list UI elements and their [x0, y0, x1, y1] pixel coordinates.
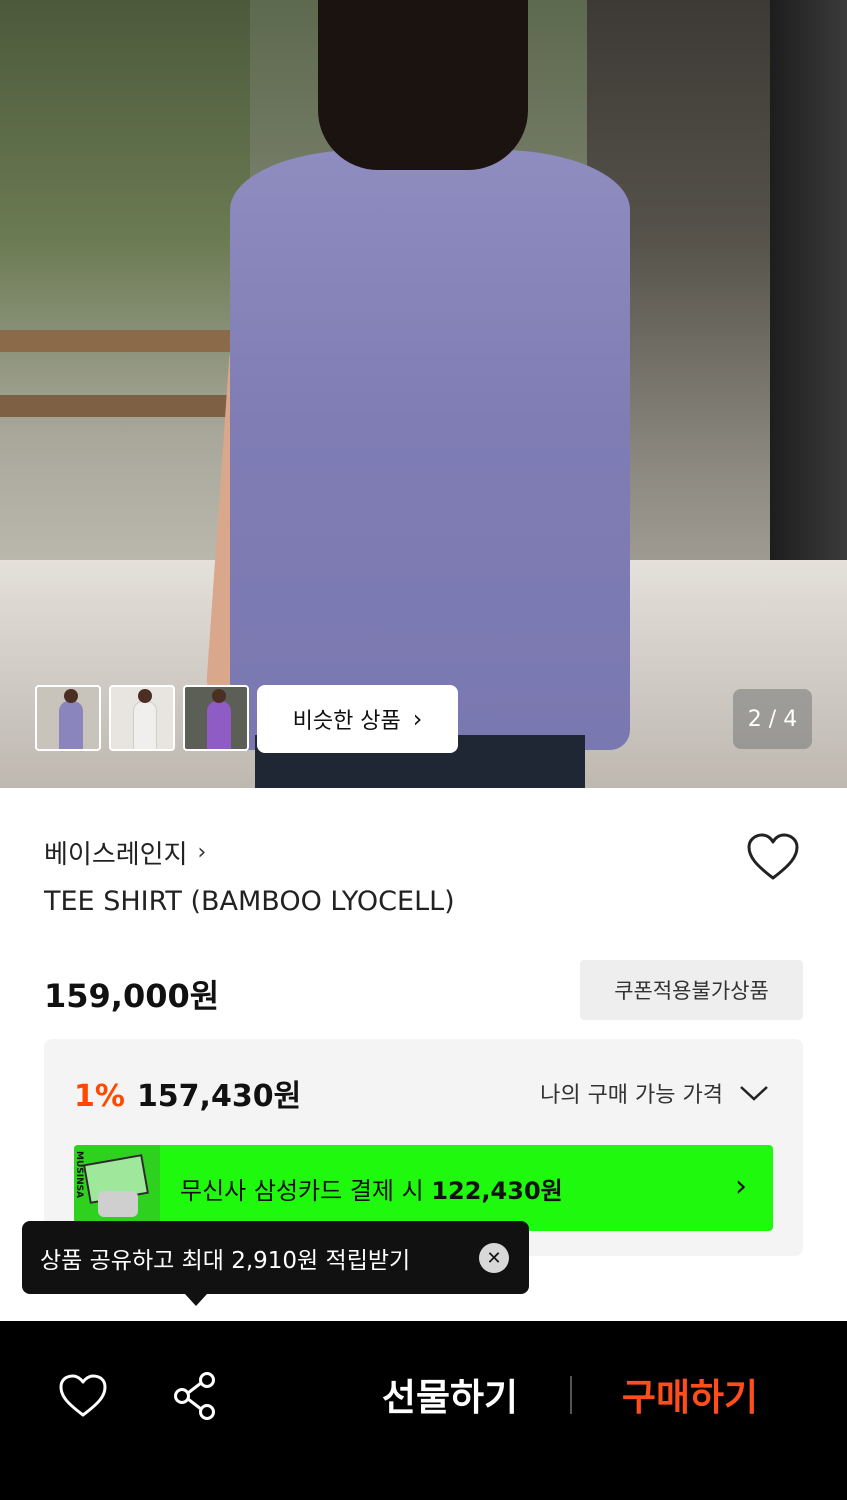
brand-link[interactable]: 베이스레인지 › [44, 834, 206, 871]
card-promo-price: 122,430원 [431, 1176, 563, 1205]
chevron-right-icon: › [197, 840, 207, 865]
chevron-down-icon [740, 1086, 768, 1101]
thumbnail-2[interactable] [109, 685, 175, 751]
like-heart-icon[interactable] [746, 832, 800, 882]
discount-price: 157,430원 [136, 1079, 302, 1114]
my-price-toggle[interactable]: 나의 구매 가능 가격 [540, 1077, 769, 1109]
card-promo-label: 무신사 삼성카드 결제 시 [180, 1176, 424, 1205]
chevron-right-icon: › [735, 1169, 747, 1204]
thumbnail-3[interactable] [183, 685, 249, 751]
product-title: TEE SHIRT (BAMBOO LYOCELL) [44, 886, 455, 917]
card-promo-banner[interactable]: MUSINSA 무신사 삼성카드 결제 시 122,430원 › [74, 1145, 773, 1231]
bottom-action-bar: 선물하기 구매하기 [0, 1321, 847, 1500]
product-image[interactable] [0, 0, 847, 788]
product-price: 159,000원 [44, 977, 220, 1015]
gift-button[interactable]: 선물하기 [360, 1367, 540, 1421]
thumbnail-figure [207, 701, 231, 749]
share-icon[interactable] [172, 1371, 218, 1421]
brand-name: 베이스레인지 [44, 840, 188, 870]
thumbnail-head [212, 689, 226, 703]
similar-products-button[interactable]: 비슷한 상품 › [257, 685, 458, 753]
divider [570, 1376, 572, 1414]
thumbnail-figure [59, 701, 83, 749]
my-price-label: 나의 구매 가능 가격 [540, 1083, 723, 1108]
share-reward-tooltip: 상품 공유하고 최대 2,910원 적립받기 ✕ [22, 1221, 529, 1306]
chevron-right-icon: › [412, 705, 423, 733]
card-image-shape [98, 1191, 138, 1217]
card-brand-text: MUSINSA [74, 1151, 84, 1199]
thumbnail-head [138, 689, 152, 703]
coupon-unavailable-badge: 쿠폰적용불가상품 [580, 960, 803, 1020]
discount-percent: 1% [74, 1079, 125, 1114]
thumbnail-figure [133, 701, 157, 749]
thumbnail-strip [35, 685, 249, 751]
background-barre-bottom [0, 395, 240, 417]
tooltip-arrow [185, 1294, 207, 1306]
close-icon[interactable]: ✕ [479, 1243, 509, 1273]
heart-icon[interactable] [58, 1373, 108, 1419]
card-promo-image: MUSINSA [74, 1145, 160, 1231]
image-pager: 2 / 4 [733, 689, 812, 749]
card-promo-text: 무신사 삼성카드 결제 시 122,430원 [180, 1171, 563, 1206]
background-barre-top [0, 330, 240, 352]
thumbnail-head [64, 689, 78, 703]
model-tshirt [230, 150, 630, 750]
thumbnail-1[interactable] [35, 685, 101, 751]
discount-price-row: 1% 157,430원 [74, 1071, 301, 1115]
model-hair [318, 0, 528, 170]
buy-button[interactable]: 구매하기 [600, 1367, 780, 1421]
similar-products-label: 비슷한 상품 [292, 709, 401, 734]
tooltip-text: 상품 공유하고 최대 2,910원 적립받기 [40, 1247, 411, 1274]
